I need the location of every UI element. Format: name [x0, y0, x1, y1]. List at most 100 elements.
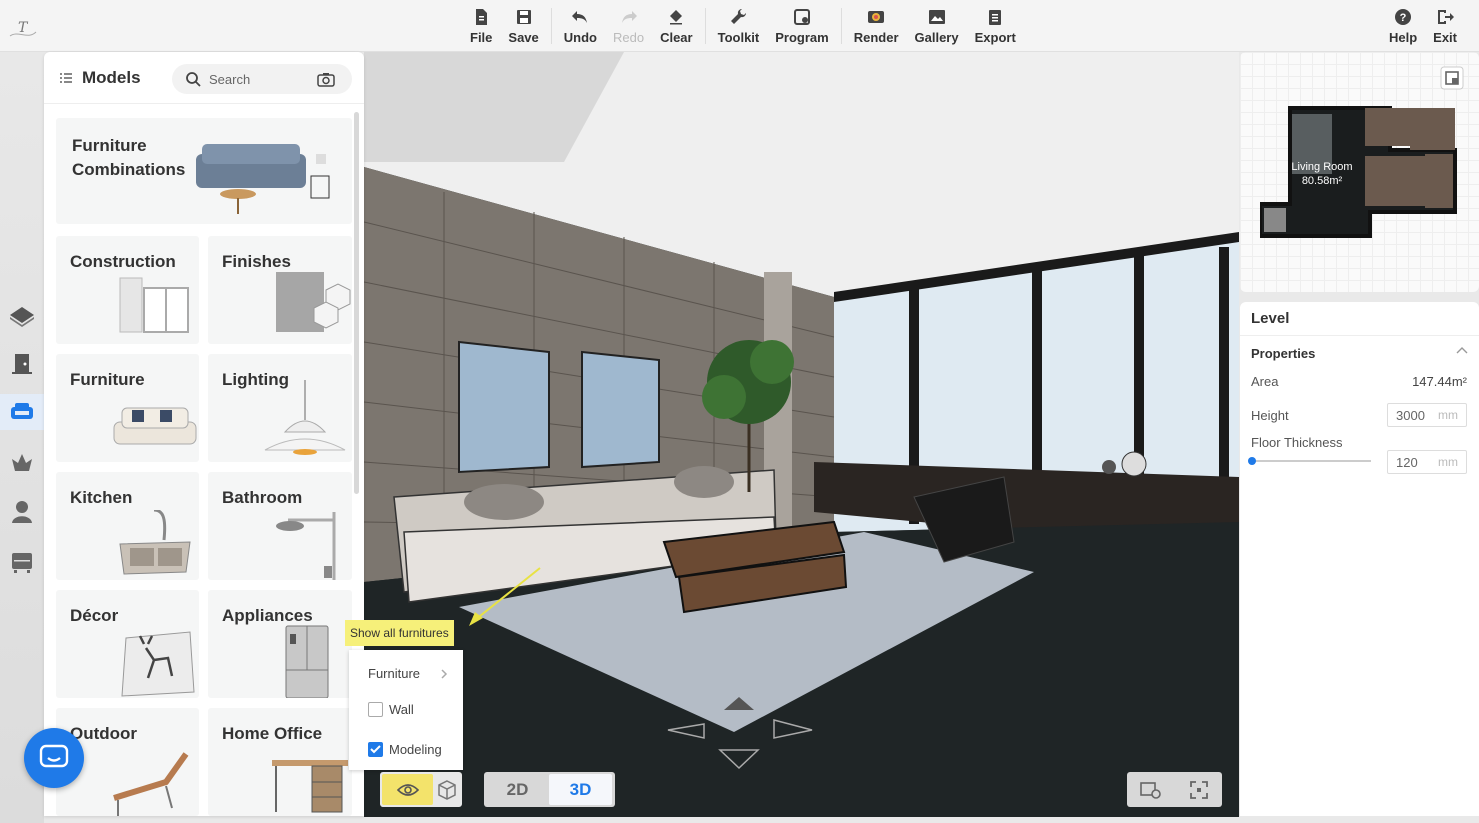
floor-thickness-input[interactable]: 120 mm: [1387, 450, 1467, 474]
gallery-label: Gallery: [914, 30, 959, 45]
fullscreen-icon[interactable]: [1189, 780, 1209, 800]
rail-construction[interactable]: [4, 346, 40, 382]
slider-handle[interactable]: [1248, 457, 1256, 465]
wall-menu-label: Wall: [389, 702, 414, 717]
save-button[interactable]: Save: [508, 0, 539, 52]
undo-label: Undo: [563, 30, 597, 45]
camera-settings-icon[interactable]: [1140, 780, 1162, 800]
vase-small: [1102, 460, 1116, 474]
modeling-menu-label: Modeling: [389, 742, 442, 757]
properties-section-header[interactable]: Properties: [1240, 336, 1479, 371]
undo-icon: [572, 11, 588, 23]
rail-account[interactable]: [4, 494, 40, 530]
camera-search-icon[interactable]: [317, 72, 335, 87]
rail-storage[interactable]: [4, 544, 40, 580]
toolbar-divider: [840, 8, 842, 44]
finishes-image: [276, 272, 351, 332]
viewport-controls: [1127, 772, 1222, 807]
home-office-image: [272, 760, 348, 813]
category-furniture[interactable]: Furniture: [56, 354, 199, 462]
rail-custom[interactable]: [4, 444, 40, 480]
view-3d-button[interactable]: 3D: [549, 774, 612, 805]
height-unit: mm: [1438, 408, 1458, 422]
category-kitchen[interactable]: Kitchen: [56, 472, 199, 580]
menu-item-modeling[interactable]: Modeling: [368, 742, 442, 757]
menu-item-furniture[interactable]: Furniture: [368, 666, 448, 681]
category-label: Finishes: [222, 252, 291, 271]
category-lighting[interactable]: Lighting: [208, 354, 352, 462]
view-2d-button[interactable]: 2D: [486, 774, 549, 805]
3d-viewport[interactable]: [364, 52, 1239, 817]
category-home-office[interactable]: Home Office: [208, 708, 352, 816]
export-label: Export: [974, 30, 1016, 45]
list-icon[interactable]: [60, 72, 72, 84]
chat-icon: [39, 744, 69, 768]
floorplan-minimap[interactable]: Living Room 80.58m²: [1240, 52, 1479, 292]
vase: [1121, 451, 1147, 477]
gallery-button[interactable]: Gallery: [915, 0, 959, 52]
clear-button[interactable]: Clear: [660, 0, 693, 52]
exit-button[interactable]: Exit: [1433, 0, 1457, 52]
minimap-room-area: 80.58m²: [1302, 175, 1343, 187]
file-label: File: [470, 30, 493, 45]
svg-text:T: T: [18, 20, 29, 36]
wall-painting-right: [581, 350, 660, 469]
category-label: Kitchen: [70, 488, 133, 507]
minimap-expand-icon[interactable]: [1440, 66, 1464, 90]
exit-icon: [1438, 10, 1455, 24]
help-icon: ?: [1395, 9, 1412, 25]
help-button[interactable]: ? Help: [1389, 0, 1417, 52]
room-scene: [364, 52, 1239, 817]
modeling-checkbox[interactable]: [368, 742, 383, 757]
category-decor[interactable]: Décor: [56, 590, 199, 698]
category-label: Bathroom: [222, 488, 303, 507]
file-icon: [476, 9, 488, 25]
floor-thickness-slider[interactable]: [1248, 457, 1371, 465]
toolbar-right: ? Help Exit: [1381, 0, 1465, 52]
checkmark-icon: [370, 745, 381, 754]
category-bathroom[interactable]: Bathroom: [208, 472, 352, 580]
toolkit-icon: [731, 8, 747, 24]
models-panel-title: Models: [82, 67, 141, 87]
furniture-menu-label: Furniture: [368, 666, 421, 681]
eye-icon: [396, 783, 419, 796]
redo-button[interactable]: Redo: [613, 0, 644, 52]
construction-image: [119, 277, 189, 333]
furniture-image: [113, 407, 197, 445]
menu-item-wall[interactable]: Wall: [368, 702, 414, 717]
outdoor-image: [113, 752, 189, 816]
tooltip-pointer-arrow: [469, 567, 541, 626]
logo-icon: T: [9, 20, 37, 37]
properties-panel: Level Properties Area 147.44m² Height 30…: [1240, 302, 1479, 816]
wall-checkbox[interactable]: [368, 702, 383, 717]
cube-icon[interactable]: [437, 780, 457, 800]
height-input[interactable]: 3000 mm: [1387, 403, 1467, 427]
height-value: 3000: [1396, 408, 1425, 423]
chevron-right-icon: [441, 668, 448, 679]
rail-models[interactable]: [0, 394, 44, 430]
category-furniture-combinations[interactable]: Furniture Combinations: [56, 118, 352, 224]
export-button[interactable]: Export: [975, 0, 1016, 52]
rail-floorplan[interactable]: [4, 298, 40, 334]
redo-icon: [621, 11, 637, 23]
crown-icon: [12, 454, 32, 471]
search-input[interactable]: [209, 71, 317, 87]
furniture-combo-image: [196, 144, 330, 214]
render-button[interactable]: Render: [854, 0, 899, 52]
view-mode-switch: 2D 3D: [484, 772, 615, 807]
top-toolbar: T File Save Undo Redo Clear Toolkit Prog…: [0, 0, 1479, 52]
height-label: Height: [1251, 408, 1289, 423]
category-appliances[interactable]: Appliances: [208, 590, 352, 698]
render-icon: [868, 11, 885, 23]
panel-scrollbar[interactable]: [354, 112, 359, 494]
chevron-up-icon[interactable]: [1456, 346, 1468, 354]
toolkit-button[interactable]: Toolkit: [718, 0, 759, 52]
visibility-eye-button[interactable]: [382, 774, 433, 805]
undo-button[interactable]: Undo: [564, 0, 597, 52]
category-finishes[interactable]: Finishes: [208, 236, 352, 344]
program-button[interactable]: Program: [775, 0, 829, 52]
file-button[interactable]: File: [470, 0, 492, 52]
model-search-box[interactable]: [172, 64, 352, 94]
category-construction[interactable]: Construction: [56, 236, 199, 344]
chat-support-button[interactable]: [24, 728, 84, 788]
